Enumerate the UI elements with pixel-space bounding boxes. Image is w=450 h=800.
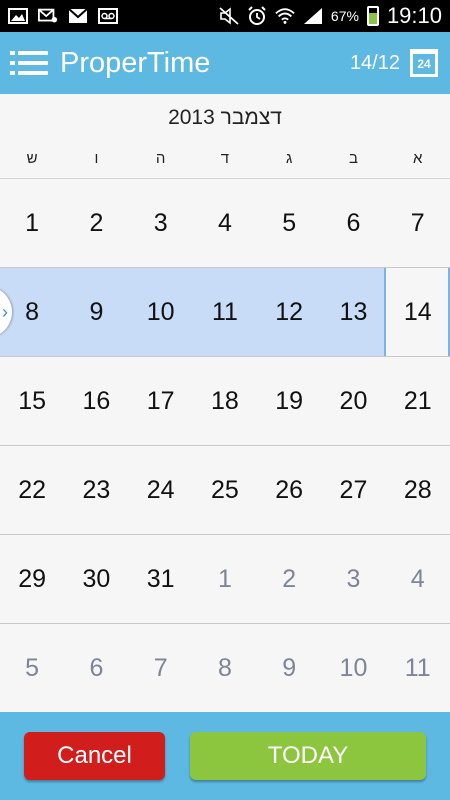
- mail-settings-icon: [38, 7, 58, 25]
- weekday-header: א: [413, 150, 423, 167]
- day-cell[interactable]: 15: [0, 357, 64, 445]
- day-cell[interactable]: 1: [0, 179, 64, 267]
- day-cell[interactable]: 3: [321, 535, 385, 623]
- today-button[interactable]: TODAY: [190, 732, 426, 780]
- day-cell[interactable]: 30: [64, 535, 128, 623]
- day-cell[interactable]: 1: [193, 535, 257, 623]
- day-cell[interactable]: 7: [129, 624, 193, 712]
- day-cell[interactable]: 21: [386, 357, 450, 445]
- week-row[interactable]: 1234567: [0, 179, 450, 268]
- day-cell[interactable]: 10: [321, 624, 385, 712]
- day-cell[interactable]: 23: [64, 446, 128, 534]
- day-cell[interactable]: 31: [129, 535, 193, 623]
- day-cell[interactable]: 3: [129, 179, 193, 267]
- app-title: ProperTime: [60, 46, 211, 79]
- wifi-icon: [275, 7, 295, 25]
- day-cell[interactable]: 18: [193, 357, 257, 445]
- week-row[interactable]: 15 16 17 18 19 20 21: [0, 357, 450, 446]
- day-cell[interactable]: 4: [193, 179, 257, 267]
- weekday-header: ב: [348, 150, 358, 167]
- weekday-header: ד: [220, 150, 230, 167]
- day-cell[interactable]: 13: [321, 268, 385, 356]
- day-cell[interactable]: 6: [321, 179, 385, 267]
- day-cell[interactable]: 5: [0, 624, 64, 712]
- day-cell[interactable]: 27: [321, 446, 385, 534]
- day-cell[interactable]: 14: [386, 268, 450, 356]
- menu-icon[interactable]: [10, 50, 48, 76]
- signal-icon: [303, 7, 323, 25]
- alarm-icon: [247, 6, 267, 25]
- calendar-grid: 1 2 3 4 5 6 7 › 8 9 10 11 12 13 14 15 16 17 18 19 20 21 22 23 24…: [0, 179, 450, 713]
- chevron-right-icon: ›: [2, 301, 8, 322]
- day-cell[interactable]: 2: [257, 535, 321, 623]
- day-cell[interactable]: 25: [193, 446, 257, 534]
- day-cell[interactable]: 24: [129, 446, 193, 534]
- day-cell[interactable]: 2: [64, 179, 128, 267]
- day-cell[interactable]: 12: [257, 268, 321, 356]
- gmail-icon: [68, 7, 88, 25]
- week-row-selected[interactable]: › 8 9 10 11 12 13 14: [0, 268, 450, 357]
- bottom-bar: Cancel TODAY: [0, 712, 450, 800]
- day-cell[interactable]: 4: [386, 535, 450, 623]
- day-cell[interactable]: 19: [257, 357, 321, 445]
- clock: 19:10: [386, 3, 442, 28]
- weekday-header: ו: [94, 150, 99, 167]
- day-cell[interactable]: 11: [193, 268, 257, 356]
- day-cell[interactable]: 20: [321, 357, 385, 445]
- weekday-header: ג: [286, 150, 293, 167]
- battery-percent: 67%: [330, 8, 359, 24]
- current-date-label[interactable]: 14/12: [350, 52, 400, 75]
- calendar-icon-number: 24: [417, 57, 431, 71]
- day-cell[interactable]: 9: [64, 268, 128, 356]
- battery-icon: [366, 6, 379, 26]
- notification-icons: [0, 7, 118, 25]
- day-cell[interactable]: 22: [0, 446, 64, 534]
- day-cell[interactable]: 29: [0, 535, 64, 623]
- day-cell[interactable]: 8: [193, 624, 257, 712]
- mute-icon: [219, 7, 239, 25]
- day-cell[interactable]: 5: [257, 179, 321, 267]
- voicemail-icon: [98, 7, 118, 25]
- day-cell[interactable]: 7: [386, 179, 450, 267]
- day-cell[interactable]: 6: [64, 624, 128, 712]
- calendar-icon[interactable]: 24: [410, 49, 438, 77]
- day-cell[interactable]: 28: [386, 446, 450, 534]
- weekday-headers: שוהדגבא: [0, 150, 450, 167]
- day-cell[interactable]: 9: [257, 624, 321, 712]
- weekday-header: ש: [26, 150, 38, 167]
- weekday-header: ה: [155, 150, 166, 167]
- week-row[interactable]: 5 6 7 8 9 10 11: [0, 624, 450, 713]
- week-row[interactable]: 29 30 31 1 2 3 4: [0, 535, 450, 624]
- app-bar: ProperTime 14/12 24: [0, 32, 450, 94]
- day-cell[interactable]: 10: [129, 268, 193, 356]
- image-icon: [8, 7, 28, 25]
- status-bar: 67% 19:10: [0, 0, 450, 32]
- month-title: דצמבר 2013: [168, 106, 282, 129]
- day-cell[interactable]: 11: [386, 624, 450, 712]
- day-cell[interactable]: 26: [257, 446, 321, 534]
- day-cell[interactable]: 16: [64, 357, 128, 445]
- day-cell[interactable]: 17: [129, 357, 193, 445]
- system-icons: 67% 19:10: [219, 3, 450, 29]
- cancel-button[interactable]: Cancel: [24, 732, 165, 780]
- week-row[interactable]: 22 23 24 25 26 27 28: [0, 446, 450, 535]
